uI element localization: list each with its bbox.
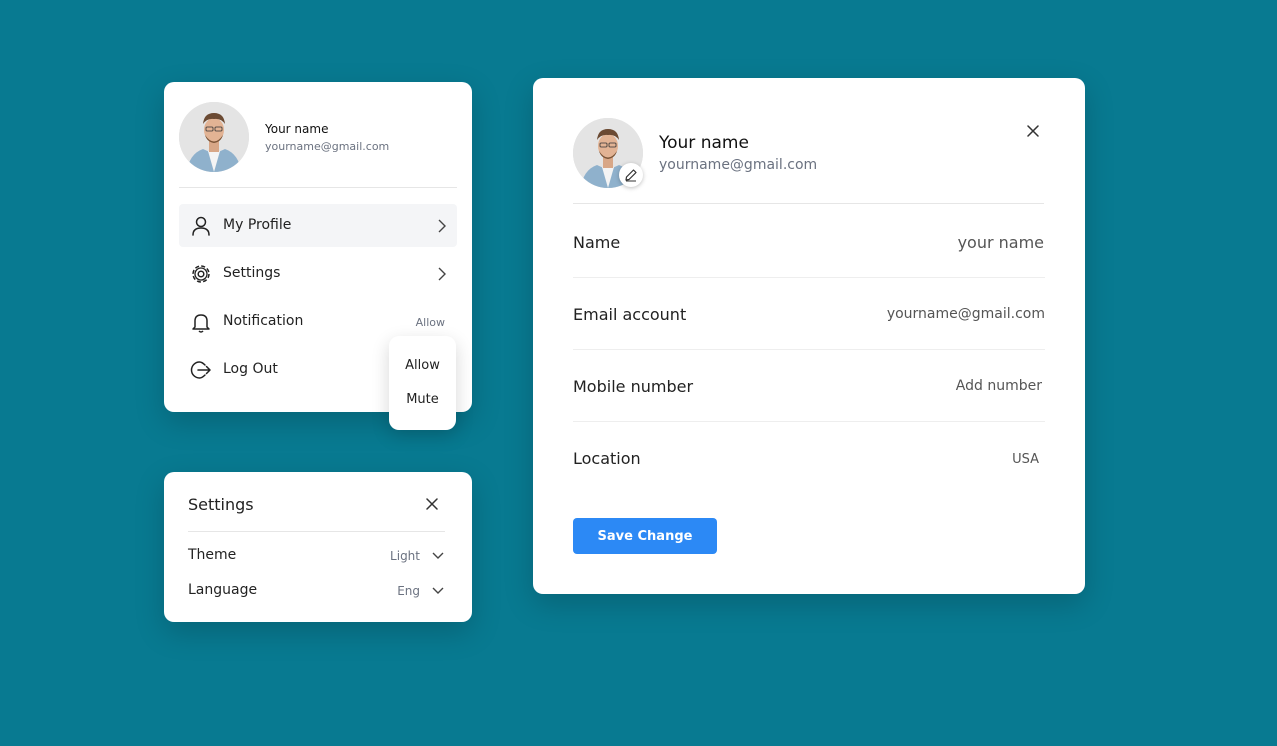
- language-select[interactable]: Eng: [397, 584, 420, 598]
- dropdown-option-allow[interactable]: Allow: [389, 358, 456, 373]
- menu-divider: [179, 187, 457, 188]
- logout-icon: [190, 361, 211, 379]
- save-change-button[interactable]: Save Change: [573, 518, 717, 554]
- settings-row-language[interactable]: Language Eng: [188, 579, 445, 603]
- menu-item-label: Notification: [223, 313, 304, 329]
- field-label: Mobile number: [573, 377, 694, 396]
- profile-header-divider: [573, 203, 1044, 204]
- menu-item-settings[interactable]: Settings: [179, 252, 457, 295]
- field-row-email: Email account yourname@gmail.com: [573, 278, 1045, 350]
- menu-item-label: Log Out: [223, 361, 278, 377]
- field-label: Name: [573, 233, 621, 252]
- field-row-mobile: Mobile number Add number: [573, 350, 1045, 422]
- close-icon[interactable]: [424, 496, 440, 512]
- chevron-right-icon: [438, 219, 446, 233]
- chevron-down-icon[interactable]: [431, 550, 445, 562]
- chevron-right-icon: [438, 267, 446, 281]
- email-field[interactable]: yourname@gmail.com: [887, 306, 1045, 322]
- notification-value[interactable]: Allow: [416, 316, 445, 329]
- dropdown-option-mute[interactable]: Mute: [389, 392, 456, 407]
- user-icon: [192, 216, 210, 236]
- menu-item-my-profile[interactable]: My Profile: [179, 204, 457, 247]
- mobile-number-field[interactable]: Add number: [956, 378, 1042, 394]
- field-row-location: Location USA: [573, 422, 1045, 494]
- edit-avatar-button[interactable]: [619, 163, 643, 187]
- theme-select[interactable]: Light: [390, 549, 420, 563]
- menu-item-label: My Profile: [223, 217, 292, 233]
- field-label: Location: [573, 449, 641, 468]
- menu-user-email: yourname@gmail.com: [265, 140, 390, 153]
- field-row-name: Name your name: [573, 206, 1045, 278]
- settings-row-theme[interactable]: Theme Light: [188, 544, 445, 568]
- location-field[interactable]: USA: [1012, 452, 1039, 467]
- profile-card: Your name yourname@gmail.com Name your n…: [533, 78, 1085, 594]
- name-field[interactable]: your name: [958, 233, 1044, 252]
- profile-name: Your name: [659, 133, 749, 153]
- field-label: Email account: [573, 305, 687, 324]
- user-avatar[interactable]: [179, 102, 249, 172]
- avatar-photo: [179, 102, 249, 172]
- menu-user-name: Your name: [265, 122, 329, 136]
- close-icon[interactable]: [1025, 123, 1041, 139]
- bell-icon: [192, 314, 210, 333]
- notification-dropdown: Allow Mute: [389, 336, 456, 430]
- settings-row-label: Language: [188, 582, 258, 598]
- chevron-down-icon[interactable]: [431, 585, 445, 597]
- settings-title: Settings: [188, 495, 254, 514]
- gear-icon: [192, 265, 210, 283]
- settings-row-label: Theme: [188, 547, 237, 563]
- settings-card: Settings Theme Light Language Eng: [164, 472, 472, 622]
- settings-divider: [188, 531, 445, 532]
- pencil-icon: [625, 169, 637, 182]
- profile-email: yourname@gmail.com: [659, 157, 818, 173]
- menu-item-label: Settings: [223, 265, 281, 281]
